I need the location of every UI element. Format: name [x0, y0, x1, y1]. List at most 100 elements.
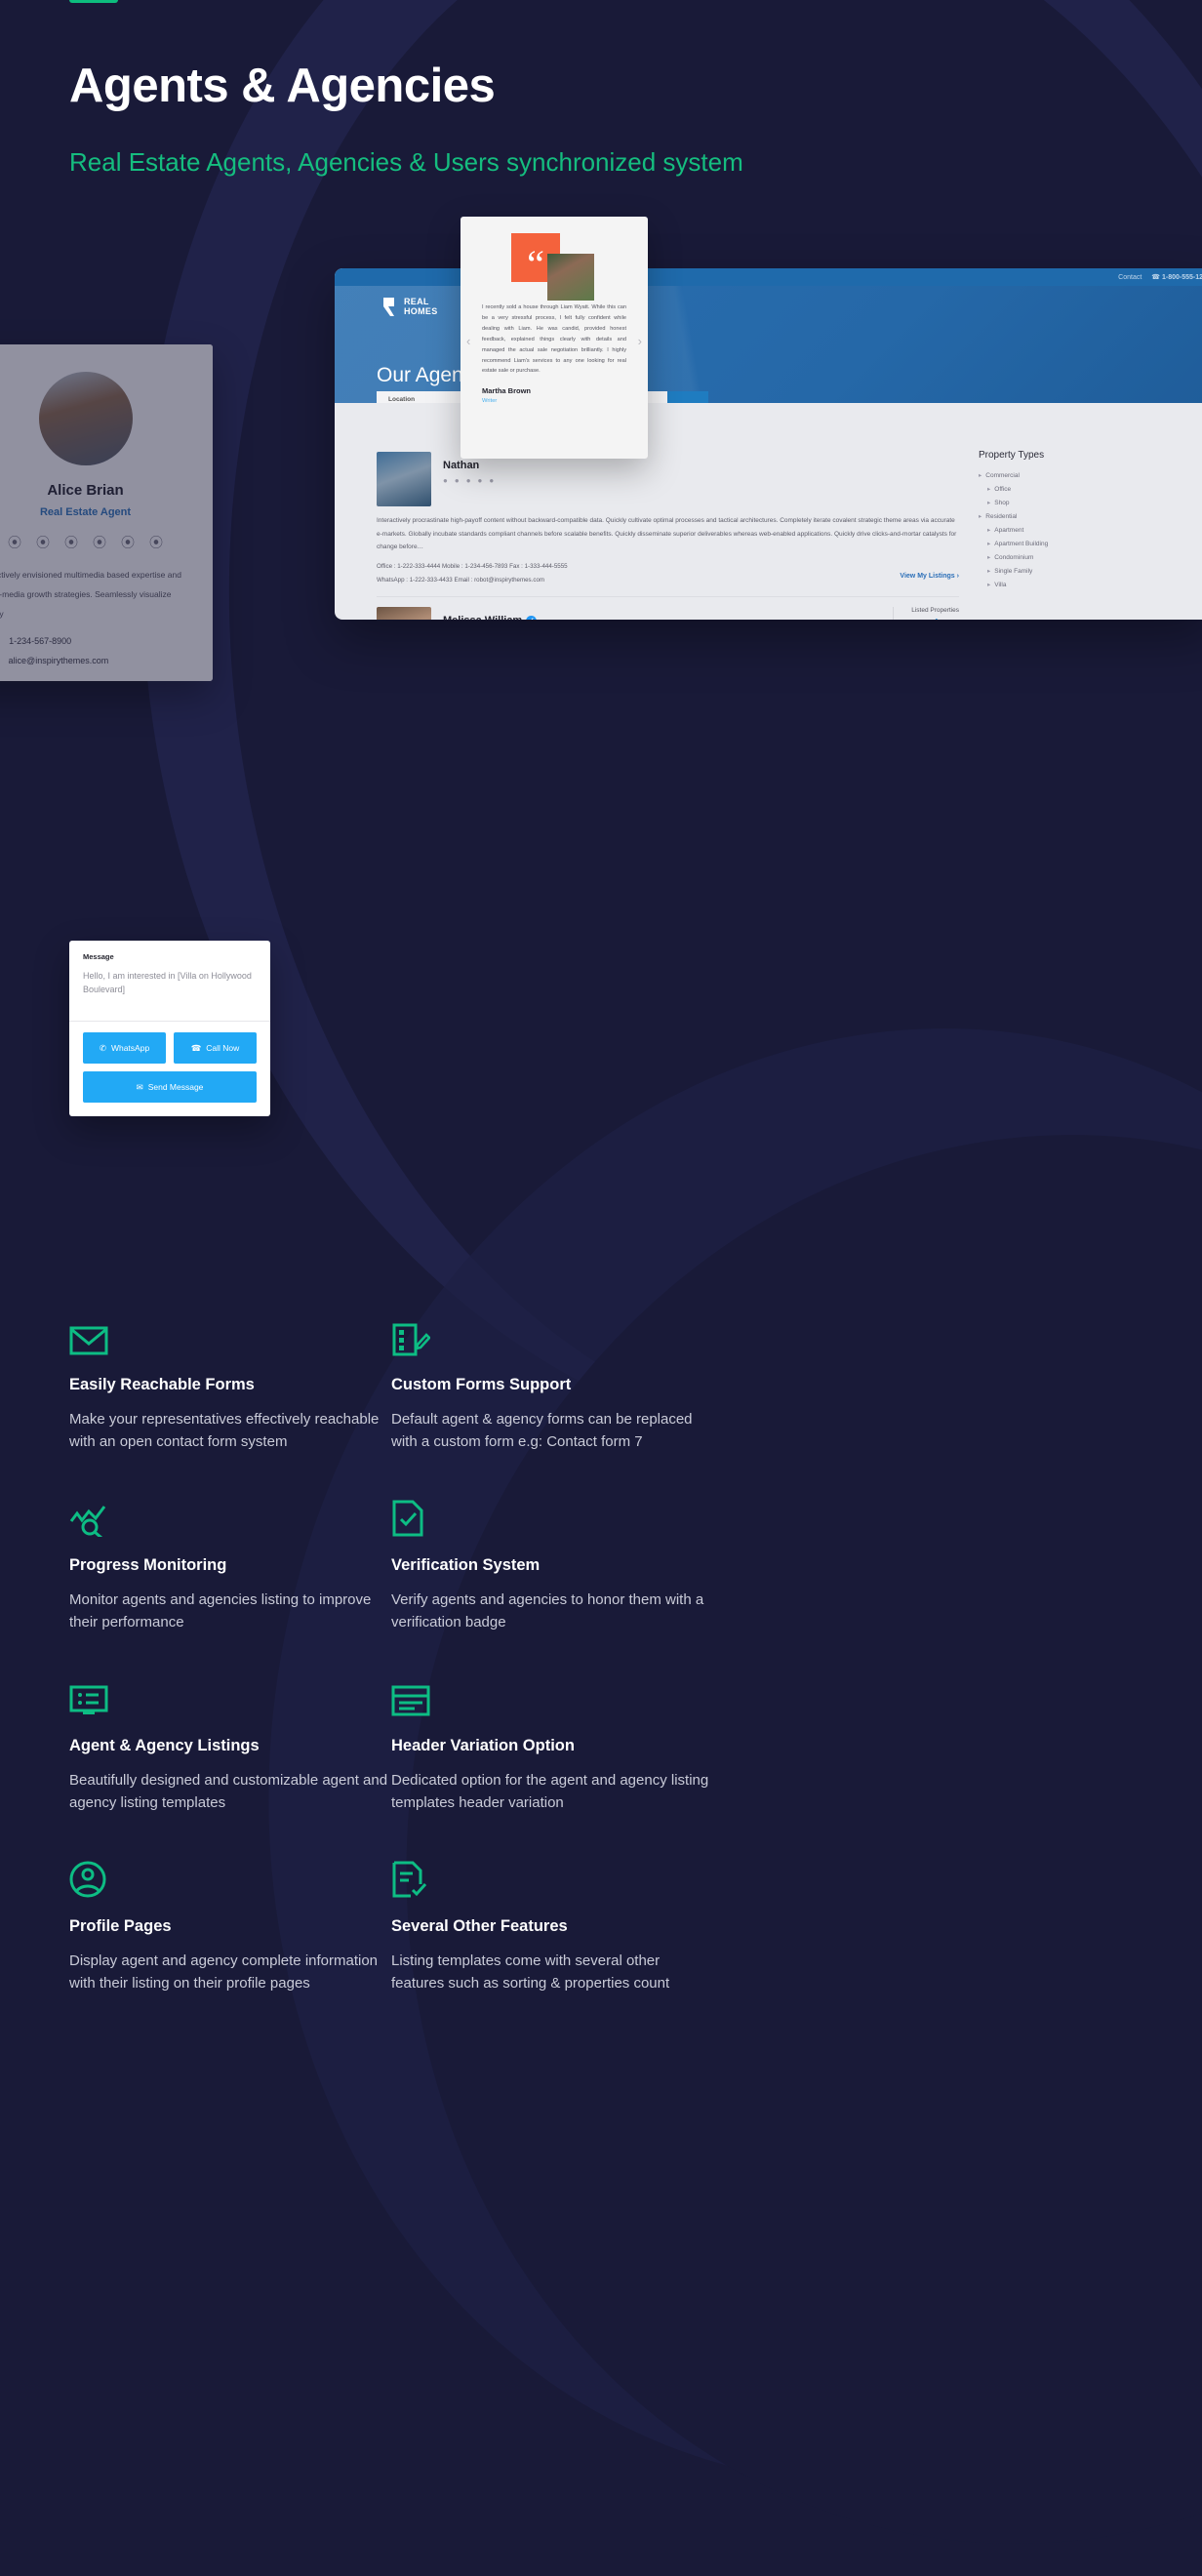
- message-popup: Message Hello, I am interested in [Villa…: [69, 941, 270, 1116]
- top-accent-tab: [69, 0, 118, 3]
- divider: [69, 1021, 270, 1022]
- message-input[interactable]: Hello, I am interested in [Villa on Holl…: [83, 970, 257, 1013]
- message-buttons: ✆ WhatsApp ☎ Call Now: [83, 1032, 257, 1064]
- browser-header-icon: [391, 1676, 713, 1717]
- agent-meta: Melissa William ✓ ● ● ● ● ●: [443, 607, 881, 620]
- topbar-contact-link[interactable]: Contact: [1118, 274, 1142, 281]
- page-subtitle: Real Estate Agents, Agencies & Users syn…: [69, 147, 743, 178]
- feature-description: Beautifully designed and customizable ag…: [69, 1772, 388, 1811]
- avatar: [377, 452, 431, 506]
- feature-verification-system: Verification System Verify agents and ag…: [391, 1496, 713, 1676]
- pinterest-icon[interactable]: ⦿: [121, 533, 135, 552]
- sidebar-item-shop[interactable]: Shop: [979, 496, 1193, 509]
- feature-description: Default agent & agency forms can be repl…: [391, 1411, 693, 1450]
- agent-header: Nathan ● ● ● ● ●: [377, 452, 959, 506]
- avatar: [377, 607, 431, 620]
- social-links: ⦿ ⦿ ⦿ ⦿ ⦿ ⦿: [0, 533, 213, 552]
- feature-title: Agent & Agency Listings: [69, 1737, 260, 1754]
- chart-search-icon: [69, 1496, 391, 1537]
- send-message-button[interactable]: ✉ Send Message: [83, 1071, 257, 1103]
- linkedin-icon[interactable]: ●: [466, 476, 471, 485]
- agent-name: Nathan: [443, 460, 480, 471]
- table-row[interactable]: Nathan ● ● ● ● ● Interactively procrasti…: [377, 442, 959, 598]
- call-now-button-label: Call Now: [206, 1043, 240, 1053]
- view-listings-link[interactable]: View My Listings ›: [900, 573, 959, 580]
- agent-phone: 1-234-567-8900: [9, 636, 72, 647]
- twitter-icon[interactable]: ⦿: [36, 533, 50, 552]
- whatsapp-button-label: WhatsApp: [110, 1043, 150, 1053]
- feature-title: Header Variation Option: [391, 1737, 575, 1754]
- property-types-sidebar: Property Types Commercial Office Shop Re…: [959, 442, 1193, 620]
- document-list-check-icon: [391, 1857, 713, 1898]
- list-card-icon: [69, 1676, 391, 1717]
- sidebar-item-villa[interactable]: Villa: [979, 578, 1193, 591]
- feature-title: Custom Forms Support: [391, 1376, 572, 1393]
- feature-profile-pages: Profile Pages Display agent and agency c…: [69, 1857, 391, 2037]
- features-grid: Easily Reachable Forms Make your represe…: [69, 1315, 1123, 2037]
- agent-contact: Office : 1-222-333-4444 Mobile : 1-234-4…: [377, 560, 959, 586]
- document-check-icon: [391, 1496, 713, 1537]
- feature-title: Easily Reachable Forms: [69, 1376, 255, 1393]
- pinterest-icon[interactable]: ●: [489, 476, 494, 485]
- listed-properties-count: 4: [911, 616, 959, 620]
- quote-glyph: “: [527, 242, 544, 286]
- call-now-button[interactable]: ☎ Call Now: [174, 1032, 257, 1064]
- agent-description: Proactively envisioned multimedia based …: [0, 570, 181, 619]
- verified-badge-icon: ✓: [526, 615, 538, 620]
- facebook-icon[interactable]: ●: [443, 476, 448, 485]
- sidebar-item-apartment-building[interactable]: Apartment Building: [979, 537, 1193, 550]
- feature-description: Monitor agents and agencies listing to i…: [69, 1591, 372, 1630]
- chevron-right-icon[interactable]: ›: [638, 334, 642, 348]
- sidebar-list: Commercial Office Shop Residential Apart…: [979, 468, 1193, 591]
- sidebar-item-commercial[interactable]: Commercial: [979, 468, 1193, 482]
- sidebar-item-office[interactable]: Office: [979, 482, 1193, 496]
- page-title: Agents & Agencies: [69, 60, 496, 112]
- brand-logo[interactable]: REAL HOMES: [381, 296, 438, 318]
- table-row[interactable]: Melissa William ✓ ● ● ● ● ●: [377, 597, 959, 620]
- agent-email-row: ✉ alice@inspirythemes.com: [0, 656, 180, 666]
- facebook-icon[interactable]: ⦿: [8, 533, 21, 552]
- sidebar-item-residential[interactable]: Residential: [979, 509, 1193, 523]
- agent-name: Alice Brian: [47, 482, 124, 499]
- envelope-icon: ✉: [136, 1081, 143, 1092]
- feature-description: Display agent and agency complete inform…: [69, 1952, 379, 1992]
- sidebar-item-apartment[interactable]: Apartment: [979, 523, 1193, 537]
- whatsapp-icon: ☎: [1151, 274, 1161, 281]
- agent-contact: ☐ 1-234-567-8900 ✉ alice@inspirythemes.c…: [0, 636, 213, 666]
- sidebar-item-condominium[interactable]: Condominium: [979, 550, 1193, 564]
- agent-name-label: Melissa William: [443, 615, 522, 620]
- instagram-icon[interactable]: ⦿: [93, 533, 106, 552]
- agent-profile-card: Alice Brian Real Estate Agent ⦿ ⦿ ⦿ ⦿ ⦿ …: [0, 344, 213, 681]
- whatsapp-icon: ✆: [99, 1042, 106, 1053]
- agent-list: Nathan ● ● ● ● ● Interactively procrasti…: [335, 442, 959, 620]
- instagram-icon[interactable]: ●: [478, 476, 483, 485]
- form-edit-icon: [391, 1315, 713, 1356]
- youtube-icon[interactable]: ⦿: [149, 533, 163, 552]
- feature-description: Make your representatives effectively re…: [69, 1411, 380, 1450]
- brand-text: REAL HOMES: [404, 297, 438, 316]
- view-listings-label: View My Listings: [900, 573, 955, 581]
- feature-custom-forms-support: Custom Forms Support Default agent & age…: [391, 1315, 713, 1496]
- user-circle-icon: [69, 1857, 391, 1898]
- twitter-icon[interactable]: ●: [455, 476, 460, 485]
- agent-email: alice@inspirythemes.com: [8, 656, 109, 666]
- feature-description: Verify agents and agencies to honor them…: [391, 1591, 704, 1630]
- phone-icon: ☎: [190, 1042, 202, 1053]
- agent-contact-line-1: Office : 1-222-333-4444 Mobile : 1-234-4…: [377, 562, 568, 570]
- testimonial-media: “: [482, 230, 626, 301]
- feature-progress-monitoring: Progress Monitoring Monitor agents and a…: [69, 1496, 391, 1676]
- search-button[interactable]: ⚲: [667, 391, 708, 403]
- testimonial-card: ‹ › “ I recently sold a house through Li…: [461, 217, 648, 459]
- feature-title: Several Other Features: [391, 1917, 568, 1935]
- testimonial-role: Writer: [482, 398, 498, 405]
- feature-description: Listing templates come with several othe…: [391, 1952, 670, 1992]
- feature-title: Profile Pages: [69, 1917, 172, 1935]
- linkedin-icon[interactable]: ⦿: [64, 533, 78, 552]
- whatsapp-button[interactable]: ✆ WhatsApp: [83, 1032, 166, 1064]
- listed-properties-label: Listed Properties: [911, 607, 959, 615]
- sidebar-item-single-family[interactable]: Single Family: [979, 564, 1193, 578]
- feature-description: Dedicated option for the agent and agenc…: [391, 1772, 709, 1811]
- hero-section: Agents & Agencies Real Estate Agents, Ag…: [69, 59, 752, 181]
- chevron-left-icon[interactable]: ‹: [466, 334, 470, 348]
- agent-phone-row: ☐ 1-234-567-8900: [0, 636, 180, 647]
